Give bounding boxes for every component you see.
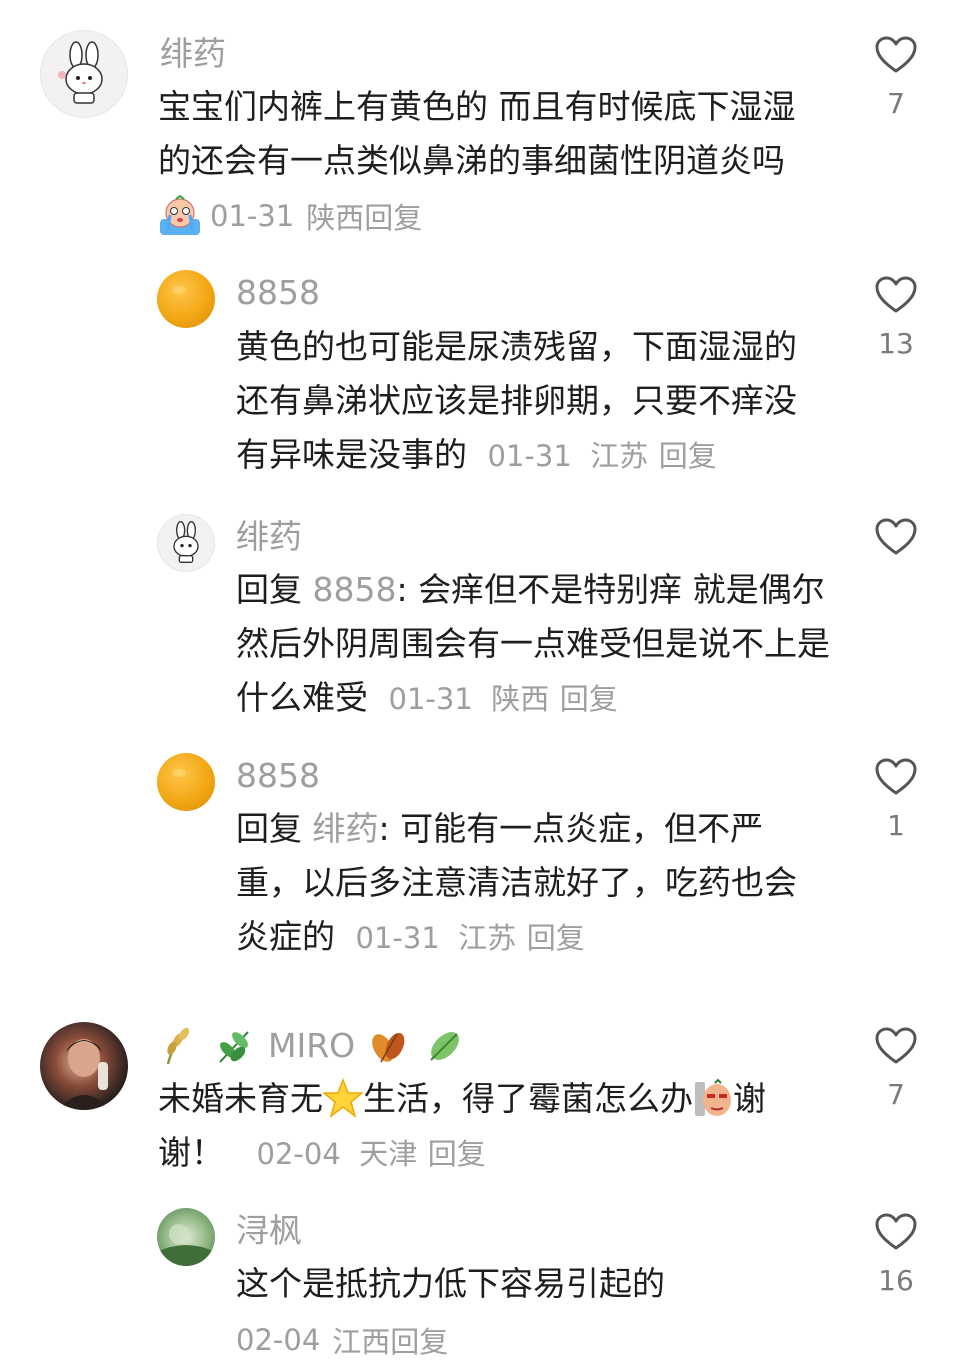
comment-text: 宝宝们内裤上有黄色的 而且有时候底下湿湿的还会有一点类似鼻涕的事细菌性阴道炎吗 — [158, 80, 823, 188]
comment-location: 陕西 — [491, 682, 550, 716]
leaf-icon — [219, 1031, 249, 1063]
reply-button[interactable]: 回复 — [527, 921, 585, 955]
comment-location: 天津 — [359, 1137, 418, 1171]
comment-text: 这个是抵抗力低下容易引起的 — [236, 1257, 826, 1311]
comment-meta: 02-04 江西 回复 — [236, 1318, 448, 1362]
heart-icon — [875, 1027, 917, 1064]
reply-prefix: 回复 — [236, 570, 302, 609]
person-photo-icon — [58, 1039, 110, 1110]
nature-photo-icon — [157, 1224, 215, 1266]
avatar[interactable] — [157, 270, 215, 328]
like-button[interactable]: 16 — [868, 1213, 924, 1301]
comment-body: 宝宝们内裤上有黄色的 而且有时候底下湿湿的还会有一点类似鼻涕的事细菌性阴道炎吗 — [158, 87, 796, 180]
autumn-leaf-icon — [372, 1032, 405, 1063]
reply-button[interactable]: 回复 — [390, 1319, 448, 1361]
crying-face-icon — [160, 195, 200, 235]
comment-username[interactable]: 绯药 — [236, 517, 302, 557]
comment-username[interactable]: 绯药 — [160, 34, 226, 74]
orange-avatar-icon — [172, 769, 186, 777]
heart-icon — [875, 276, 917, 313]
username-row: MIRO — [160, 1024, 465, 1068]
comment-text: 未婚未育无 生活，得了霉菌怎么办 谢谢！ 02-04 天津 回复 — [158, 1072, 823, 1181]
comment-meta: 01-31 陕西 回复 — [158, 194, 422, 238]
comment-date: 02-04 — [256, 1137, 341, 1171]
like-count: 1 — [887, 809, 905, 842]
reply-button[interactable]: 回复 — [659, 439, 717, 473]
bunny-avatar-icon — [58, 41, 103, 104]
comment-date: 01-31 — [388, 682, 473, 716]
comment-body-middle: 生活，得了霉菌怎么办 — [363, 1079, 693, 1118]
reply-button[interactable]: 回复 — [560, 682, 618, 716]
heart-icon — [875, 758, 917, 795]
comment-date: 01-31 — [487, 439, 572, 473]
avatar[interactable] — [157, 514, 215, 572]
mention-link[interactable]: 8858 — [313, 570, 397, 609]
comment-body-start: 未婚未育无 — [158, 1079, 323, 1118]
comment-username[interactable]: 8858 — [236, 273, 320, 313]
like-button[interactable]: 7 — [868, 36, 924, 124]
orange-avatar-icon — [172, 286, 186, 294]
like-count: 16 — [878, 1264, 914, 1297]
comment-username[interactable]: 浔枫 — [236, 1211, 302, 1251]
comment-date: 01-31 — [355, 921, 440, 955]
comment-location: 江西 — [332, 1325, 391, 1359]
like-count: 7 — [887, 87, 905, 120]
wheat-icon — [166, 1027, 190, 1065]
comment-location: 江苏 — [590, 439, 649, 473]
comment-date: 01-31 — [210, 199, 295, 233]
avatar[interactable] — [157, 1208, 215, 1266]
like-button[interactable]: 7 — [868, 1027, 924, 1115]
avatar[interactable] — [40, 1022, 128, 1110]
like-button[interactable]: 13 — [868, 276, 924, 364]
sly-face-icon — [695, 1078, 731, 1116]
like-count: 7 — [887, 1078, 905, 1111]
reply-button[interactable]: 回复 — [364, 195, 422, 237]
heart-icon — [875, 36, 917, 73]
avatar[interactable] — [40, 30, 128, 118]
mention-link[interactable]: 绯药 — [313, 809, 379, 848]
bunny-avatar-icon — [173, 521, 199, 563]
comment-text: 回复 绯药: 可能有一点炎症，但不严重，以后多注意清洁就好了，吃药也会炎症的 0… — [236, 802, 826, 965]
star-icon — [323, 1078, 363, 1118]
like-button[interactable] — [868, 518, 924, 566]
comment-text: 回复 8858: 会痒但不是特别痒 就是偶尔 然后外阴周围会有一点难受但是说不上… — [236, 563, 836, 726]
comment-username[interactable]: 8858 — [236, 756, 320, 796]
heart-icon — [875, 1213, 917, 1250]
comment-body: 这个是抵抗力低下容易引起的 — [236, 1264, 665, 1303]
comment-location: 江苏 — [458, 921, 517, 955]
comment-text: 黄色的也可能是尿渍残留，下面湿湿的还有鼻涕状应该是排卵期，只要不痒没有异味是没事… — [236, 320, 826, 483]
green-leaf-icon — [430, 1032, 460, 1061]
avatar[interactable] — [157, 753, 215, 811]
heart-icon — [875, 518, 917, 555]
reply-button[interactable]: 回复 — [428, 1137, 486, 1171]
comment-username[interactable]: MIRO — [268, 1026, 355, 1066]
reply-prefix: 回复 — [236, 809, 302, 848]
like-count: 13 — [878, 327, 914, 360]
comment-location: 陕西 — [306, 201, 365, 235]
like-button[interactable]: 1 — [868, 758, 924, 846]
comment-date: 02-04 — [236, 1323, 321, 1357]
